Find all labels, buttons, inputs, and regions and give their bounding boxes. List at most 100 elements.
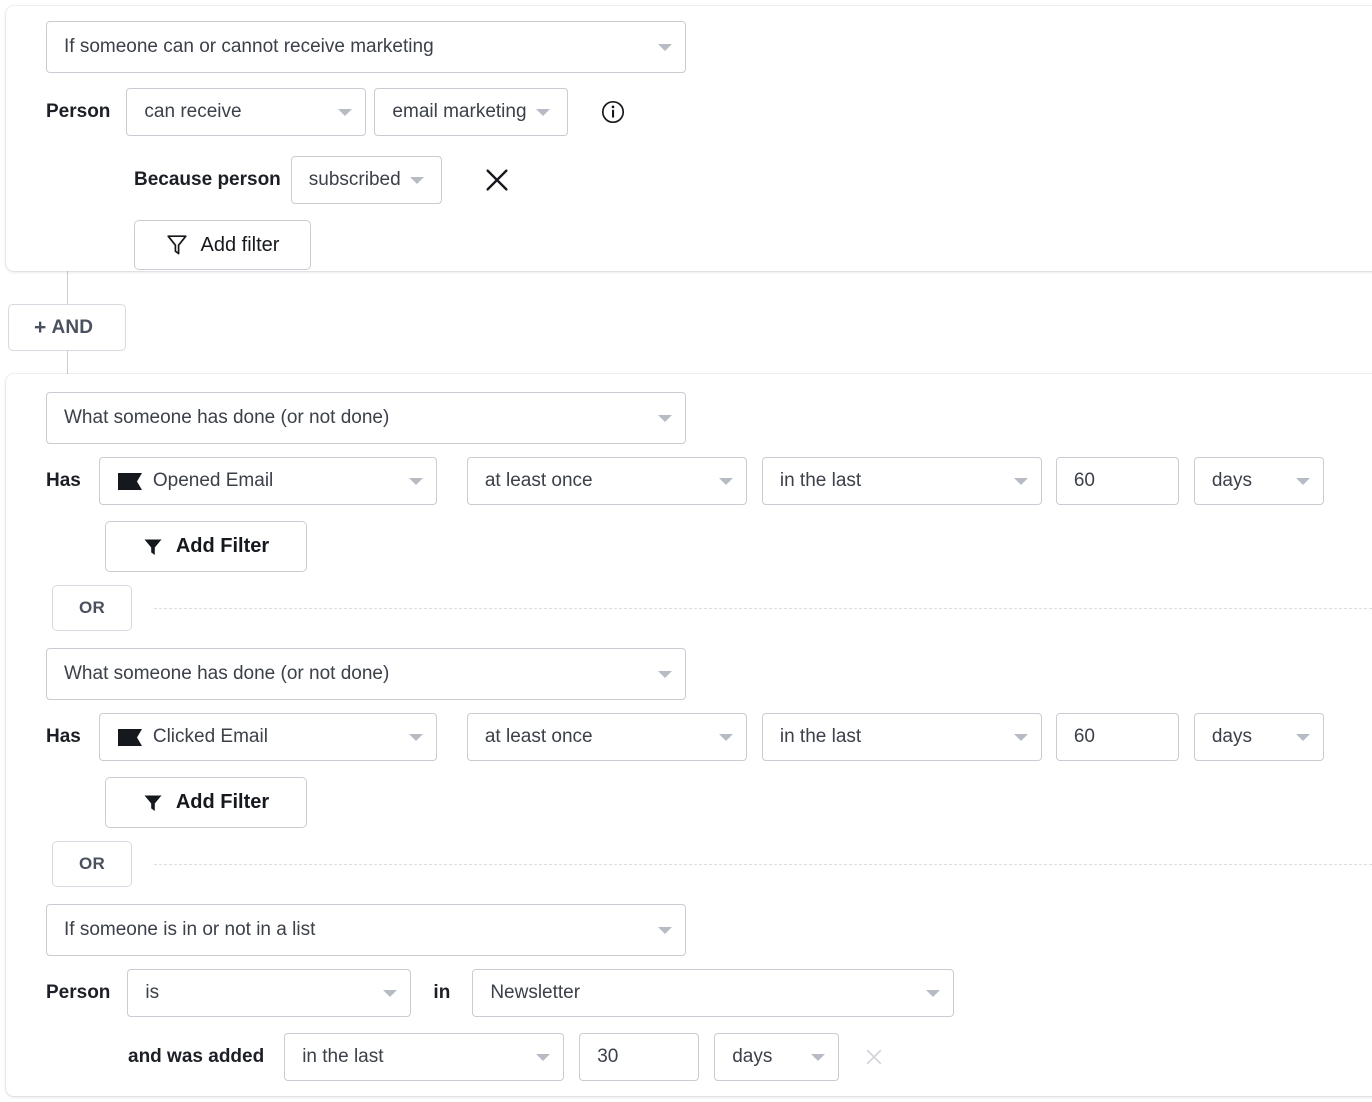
added-timeframe-select-value: in the last — [302, 1046, 383, 1068]
connector-line-bottom — [67, 351, 68, 374]
or-separator-1: OR — [52, 585, 1372, 631]
condition-type-select-marketing[interactable]: If someone can or cannot receive marketi… — [46, 21, 686, 73]
permission-channel-value: email marketing — [392, 101, 526, 123]
remove-added-condition-button[interactable] — [863, 1046, 885, 1068]
flag-icon — [117, 728, 143, 747]
amount-input-clicked-value: 60 — [1074, 726, 1095, 748]
added-amount-input-value: 30 — [597, 1046, 618, 1068]
add-filter-button-marketing-label: Add filter — [201, 234, 280, 257]
person-permission-row: Person can receive email marketing — [46, 88, 625, 136]
funnel-solid-icon — [143, 793, 163, 813]
chevron-down-icon — [1296, 478, 1310, 485]
list-select-value: Newsletter — [490, 982, 580, 1004]
chevron-down-icon — [338, 109, 352, 116]
chevron-down-icon — [926, 990, 940, 997]
or-button-2-label: OR — [79, 854, 105, 874]
has-label-clicked: Has — [46, 726, 81, 748]
info-circle-icon — [601, 100, 625, 124]
chevron-down-icon — [1014, 734, 1028, 741]
amount-input-opened-value: 60 — [1074, 470, 1095, 492]
because-person-label: Because person — [134, 169, 281, 191]
activity-row-opened: Has Opened Email at least once in the la… — [46, 457, 1324, 505]
add-and-condition-button[interactable]: + AND — [8, 304, 126, 351]
unit-select-clicked[interactable]: days — [1194, 713, 1324, 761]
frequency-select-clicked[interactable]: at least once — [467, 713, 747, 761]
chevron-down-icon — [719, 734, 733, 741]
add-filter-button-clicked[interactable]: Add Filter — [105, 777, 307, 828]
or-dashed-line-2 — [154, 864, 1372, 865]
permission-channel-select[interactable]: email marketing — [374, 88, 567, 136]
condition-card-marketing: If someone can or cannot receive marketi… — [6, 6, 1372, 271]
added-unit-select-value: days — [732, 1046, 772, 1068]
permission-ability-select[interactable]: can receive — [126, 88, 366, 136]
chevron-down-icon — [658, 671, 672, 678]
added-timeframe-select[interactable]: in the last — [284, 1033, 564, 1081]
or-button-1[interactable]: OR — [52, 585, 132, 631]
because-person-value: subscribed — [309, 169, 401, 191]
metric-select-opened-value: Opened Email — [153, 470, 273, 492]
unit-select-opened-value: days — [1212, 470, 1252, 492]
metric-select-clicked-value: Clicked Email — [153, 726, 268, 748]
unit-select-opened[interactable]: days — [1194, 457, 1324, 505]
because-person-select[interactable]: subscribed — [291, 156, 442, 204]
close-icon — [482, 165, 512, 195]
chevron-down-icon — [1296, 734, 1310, 741]
list-select[interactable]: Newsletter — [472, 969, 954, 1017]
and-was-added-label: and was added — [128, 1046, 264, 1068]
frequency-select-clicked-value: at least once — [485, 726, 593, 748]
frequency-select-opened-value: at least once — [485, 470, 593, 492]
membership-select[interactable]: is — [127, 969, 411, 1017]
condition-type-select-clicked[interactable]: What someone has done (or not done) — [46, 648, 686, 700]
condition-card-activity: What someone has done (or not done) Has … — [6, 374, 1372, 1096]
add-filter-button-clicked-label: Add Filter — [176, 791, 269, 814]
timeframe-select-opened[interactable]: in the last — [762, 457, 1042, 505]
add-filter-button-opened[interactable]: Add Filter — [105, 521, 307, 572]
membership-select-value: is — [145, 982, 159, 1004]
condition-type-select-list-value: If someone is in or not in a list — [64, 919, 315, 941]
plus-icon: + — [34, 316, 46, 340]
in-label: in — [433, 982, 450, 1004]
funnel-solid-icon — [143, 537, 163, 557]
chevron-down-icon — [409, 734, 423, 741]
added-amount-input[interactable]: 30 — [579, 1033, 699, 1081]
close-icon-faint — [863, 1046, 885, 1068]
metric-select-clicked[interactable]: Clicked Email — [99, 713, 437, 761]
because-person-row: Because person subscribed — [134, 156, 512, 204]
funnel-outline-icon — [166, 233, 188, 257]
person-label-list: Person — [46, 982, 110, 1004]
chevron-down-icon — [536, 109, 550, 116]
amount-input-clicked[interactable]: 60 — [1056, 713, 1179, 761]
chevron-down-icon — [658, 415, 672, 422]
list-membership-row: Person is in Newsletter — [46, 969, 954, 1017]
condition-type-select-marketing-value: If someone can or cannot receive marketi… — [64, 36, 434, 58]
or-button-2[interactable]: OR — [52, 841, 132, 887]
connector-line-top — [67, 271, 68, 304]
chevron-down-icon — [658, 927, 672, 934]
or-button-1-label: OR — [79, 598, 105, 618]
timeframe-select-opened-value: in the last — [780, 470, 861, 492]
add-and-condition-label: AND — [51, 317, 93, 339]
remove-because-person-button[interactable] — [482, 165, 512, 195]
permission-ability-value: can receive — [144, 101, 241, 123]
add-filter-button-marketing[interactable]: Add filter — [134, 220, 311, 270]
has-label-opened: Has — [46, 470, 81, 492]
metric-select-opened[interactable]: Opened Email — [99, 457, 437, 505]
chevron-down-icon — [719, 478, 733, 485]
timeframe-select-clicked-value: in the last — [780, 726, 861, 748]
or-dashed-line-1 — [154, 608, 1372, 609]
amount-input-opened[interactable]: 60 — [1056, 457, 1179, 505]
frequency-select-opened[interactable]: at least once — [467, 457, 747, 505]
flag-icon — [117, 472, 143, 491]
timeframe-select-clicked[interactable]: in the last — [762, 713, 1042, 761]
chevron-down-icon — [383, 990, 397, 997]
condition-type-select-list[interactable]: If someone is in or not in a list — [46, 904, 686, 956]
chevron-down-icon — [536, 1054, 550, 1061]
unit-select-clicked-value: days — [1212, 726, 1252, 748]
chevron-down-icon — [1014, 478, 1028, 485]
activity-row-clicked: Has Clicked Email at least once in the l… — [46, 713, 1324, 761]
condition-type-select-opened[interactable]: What someone has done (or not done) — [46, 392, 686, 444]
list-added-row: and was added in the last 30 days — [128, 1033, 885, 1081]
added-unit-select[interactable]: days — [714, 1033, 839, 1081]
permission-info-button[interactable] — [601, 100, 625, 124]
chevron-down-icon — [409, 478, 423, 485]
